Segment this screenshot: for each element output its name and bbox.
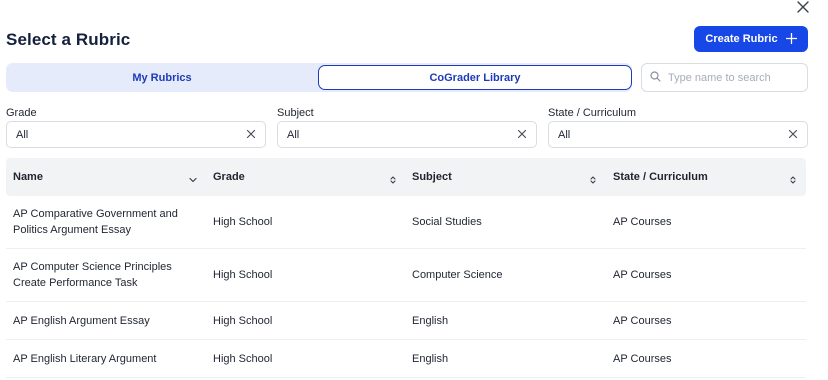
row-subject-cell: English — [412, 315, 449, 327]
sort-updown-icon[interactable] — [588, 172, 598, 184]
close-icon[interactable] — [796, 0, 810, 14]
subject-filter-select[interactable]: All — [277, 121, 537, 148]
search-input[interactable] — [668, 71, 798, 84]
row-name-cell: AP English Literary Argument — [13, 353, 157, 365]
clear-state-icon[interactable] — [788, 129, 798, 139]
rubric-table: Name Grade Subject State / Curriculum AP… — [6, 158, 806, 378]
column-header-name[interactable]: Name — [13, 158, 43, 196]
table-row[interactable]: AP English Literary Argument High School… — [6, 340, 806, 378]
column-header-grade[interactable]: Grade — [213, 158, 245, 196]
row-grade-cell: High School — [213, 353, 273, 365]
modal-title: Select a Rubric — [6, 30, 131, 49]
row-subject-cell: Computer Science — [412, 269, 503, 281]
column-header-subject[interactable]: Subject — [412, 158, 452, 196]
row-name-cell: AP English Argument Essay — [13, 315, 150, 327]
table-row[interactable]: AP Comparative Government and Politics A… — [6, 196, 806, 249]
tab-my-rubrics[interactable]: My Rubrics — [6, 63, 318, 92]
sort-updown-icon[interactable] — [788, 172, 798, 184]
grade-filter-value: All — [16, 128, 29, 141]
row-grade-cell: High School — [213, 216, 273, 228]
row-name-line: Politics Argument Essay — [13, 224, 131, 236]
sort-updown-icon[interactable] — [388, 172, 398, 184]
row-state-cell: AP Courses — [613, 315, 672, 327]
grade-filter-label: Grade — [6, 107, 37, 119]
table-row[interactable]: AP Computer Science Principles Create Pe… — [6, 249, 806, 302]
clear-subject-icon[interactable] — [517, 129, 527, 139]
row-name-line: AP Comparative Government and — [13, 208, 178, 220]
row-subject-cell: Social Studies — [412, 216, 482, 228]
chevron-down-icon[interactable] — [188, 172, 198, 183]
row-subject-cell: English — [412, 353, 449, 365]
row-grade-cell: High School — [213, 269, 273, 281]
row-name-line: Create Performance Task — [13, 277, 138, 289]
tab-cograder-library[interactable]: CoGrader Library — [318, 65, 632, 90]
state-filter-select[interactable]: All — [548, 121, 808, 148]
row-state-cell: AP Courses — [613, 216, 672, 228]
subject-filter-label: Subject — [277, 107, 314, 119]
plus-icon — [785, 32, 797, 47]
row-state-cell: AP Courses — [613, 269, 672, 281]
grade-filter-select[interactable]: All — [6, 121, 266, 148]
table-header: Name Grade Subject State / Curriculum — [6, 158, 806, 196]
table-row[interactable]: AP English Argument Essay High School En… — [6, 302, 806, 340]
row-grade-cell: High School — [213, 315, 273, 327]
subject-filter-value: All — [287, 128, 300, 141]
state-filter-label: State / Curriculum — [548, 107, 637, 119]
search-box[interactable] — [641, 63, 808, 92]
rubric-source-tabs: My Rubrics CoGrader Library — [6, 63, 632, 92]
column-header-state[interactable]: State / Curriculum — [613, 158, 708, 196]
row-name-cell: AP Computer Science Principles Create Pe… — [13, 259, 172, 291]
create-rubric-label: Create Rubric — [705, 33, 778, 45]
row-name-cell: AP Comparative Government and Politics A… — [13, 206, 178, 238]
clear-grade-icon[interactable] — [246, 129, 256, 139]
state-filter-value: All — [558, 128, 571, 141]
row-name-line: AP Computer Science Principles — [13, 261, 172, 273]
row-state-cell: AP Courses — [613, 353, 672, 365]
create-rubric-button[interactable]: Create Rubric — [694, 26, 808, 52]
search-icon — [650, 69, 661, 87]
